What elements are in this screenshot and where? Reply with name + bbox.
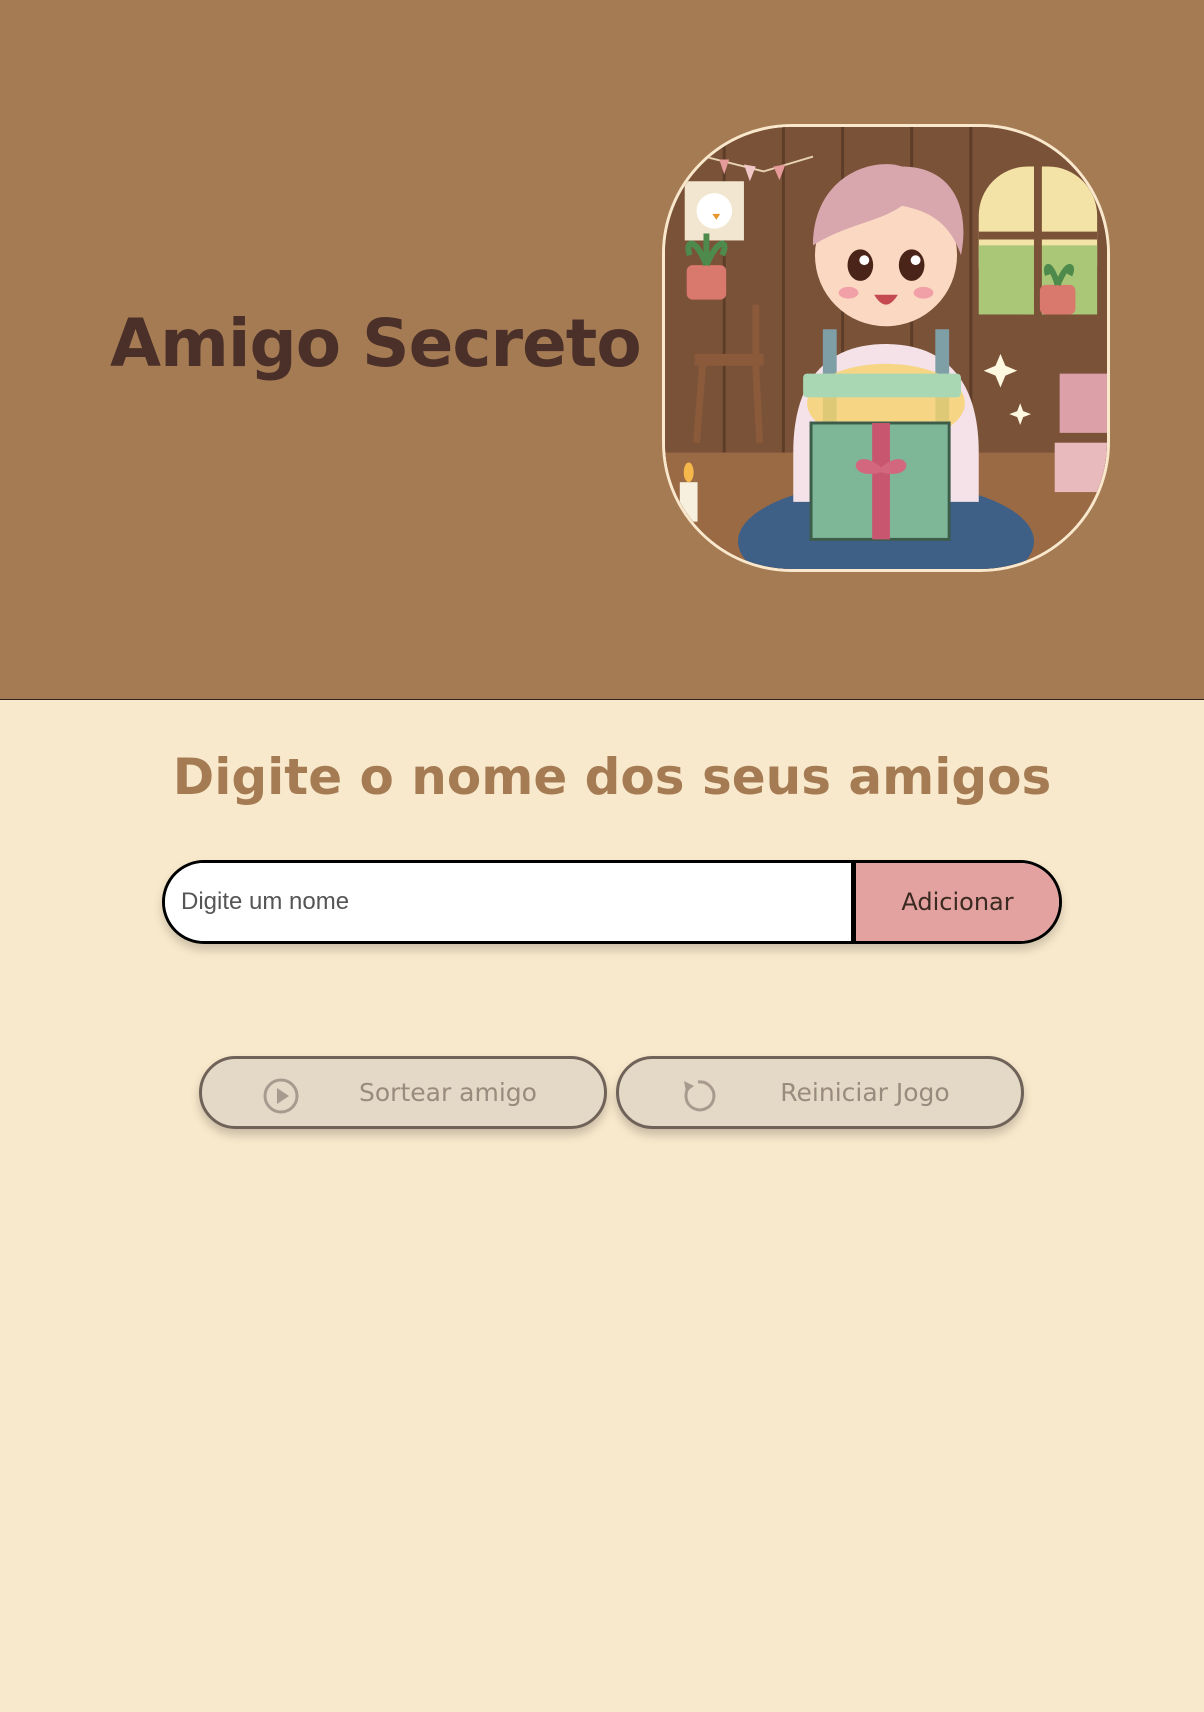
friends-list bbox=[162, 960, 1062, 1010]
friend-name-input[interactable] bbox=[165, 863, 851, 941]
draw-friend-button[interactable]: Sortear amigo bbox=[199, 1056, 607, 1129]
header-banner: Amigo Secreto bbox=[0, 0, 1204, 700]
add-button[interactable]: Adicionar bbox=[851, 863, 1059, 941]
main-section: Digite o nome dos seus amigos Adicionar … bbox=[0, 700, 1204, 1711]
reset-game-label: Reiniciar Jogo bbox=[780, 1078, 950, 1107]
hero-illustration bbox=[662, 124, 1110, 572]
reset-game-button[interactable]: Reiniciar Jogo bbox=[616, 1056, 1024, 1129]
add-friend-form: Adicionar bbox=[162, 860, 1062, 944]
page-title: Amigo Secreto bbox=[110, 305, 642, 382]
action-buttons: Sortear amigo Reiniciar Jogo bbox=[199, 1056, 1024, 1129]
draw-friend-label: Sortear amigo bbox=[359, 1078, 537, 1107]
section-subtitle: Digite o nome dos seus amigos bbox=[172, 748, 1052, 806]
